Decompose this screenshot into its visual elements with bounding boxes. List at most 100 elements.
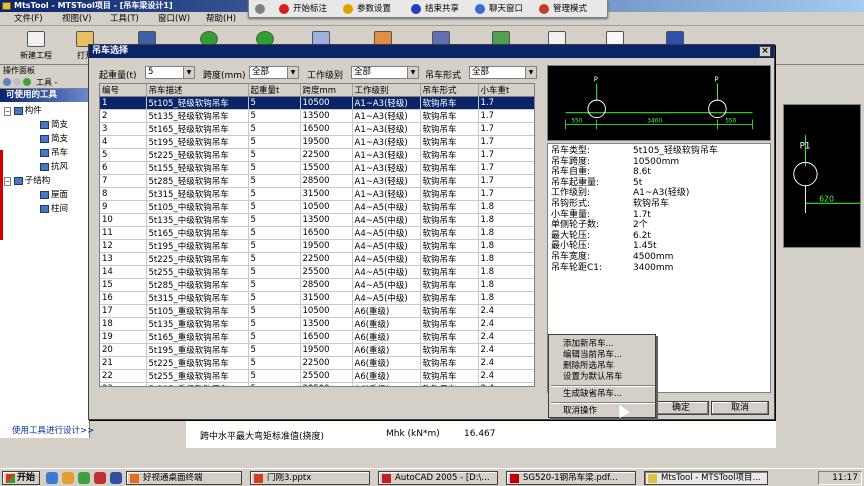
- table-row[interactable]: 5 5t225_轻级软钩吊车 5 22500 A1~A3(轻级) 软钩吊车 1.7: [100, 148, 534, 162]
- task-mtstool[interactable]: MtsTool - MTSTool项目...: [644, 471, 768, 485]
- tree-item-simple-1[interactable]: 简支: [40, 120, 68, 131]
- new-project-button[interactable]: 新建工程: [14, 29, 58, 63]
- dialog-close-button[interactable]: ×: [759, 46, 771, 57]
- menu-cancel-operation[interactable]: 取消操作: [563, 406, 597, 416]
- menu-view[interactable]: 视图(V): [62, 13, 91, 25]
- nav-refresh-icon[interactable]: [23, 78, 31, 86]
- tree-item-bracing[interactable]: 柱间: [40, 204, 68, 215]
- collapse-icon[interactable]: −: [4, 177, 12, 186]
- table-row[interactable]: 235t285_重级软钩吊车528500A6(重级)软钩吊车2.4: [100, 382, 534, 386]
- table-row[interactable]: 16 5t315_中级软钩吊车 5 31500 A4~A5(中级) 软钩吊车 1.8: [100, 291, 534, 305]
- table-cell: 22500: [300, 148, 353, 162]
- table-row[interactable]: 19 5t165_重级软钩吊车 5 16500 A6(重级) 软钩吊车 2.4: [100, 330, 534, 344]
- nav-forward-icon[interactable]: [13, 78, 21, 86]
- nav-back-icon[interactable]: [3, 78, 11, 86]
- tree-item-crane[interactable]: 吊车: [40, 148, 68, 159]
- menu-generate-default[interactable]: 生成缺省吊车...: [563, 389, 622, 399]
- table-row[interactable]: 2 5t135_轻级软钩吊车 5 13500 A1~A3(轻级) 软钩吊车 1.7: [100, 109, 534, 123]
- table-row[interactable]: 4 5t195_轻级软钩吊车 5 19500 A1~A3(轻级) 软钩吊车 1.7: [100, 135, 534, 149]
- table-cell: 16: [100, 291, 147, 305]
- table-row[interactable]: 21 5t225_重级软钩吊车 5 22500 A6(重级) 软钩吊车 2.4: [100, 356, 534, 370]
- menu-delete-crane[interactable]: 删除所选吊车: [563, 361, 614, 371]
- dropdown-arrow-icon: ▼: [407, 67, 418, 78]
- start-annotate-button[interactable]: 开始标注: [279, 3, 327, 15]
- task-video-terminal[interactable]: 好视通桌面终端: [126, 471, 242, 485]
- menu-window[interactable]: 窗口(W): [158, 13, 190, 25]
- table-row[interactable]: 6 5t155_轻级软钩吊车 5 15500 A1~A3(轻级) 软钩吊车 1.7: [100, 161, 534, 175]
- tree-item-wind[interactable]: 抗风: [40, 162, 68, 173]
- menu-tools[interactable]: 工具(T): [110, 13, 139, 25]
- table-row[interactable]: 1 5t105_轻级软钩吊车 5 10500 A1~A3(轻级) 软钩吊车 1.7: [100, 96, 534, 110]
- start-button[interactable]: 开始: [2, 471, 40, 485]
- column-header[interactable]: 小车重t: [478, 84, 534, 97]
- table-row[interactable]: 13 5t225_中级软钩吊车 5 22500 A4~A5(中级) 软钩吊车 1.8: [100, 252, 534, 266]
- quicklaunch-desktop-icon[interactable]: [62, 472, 74, 484]
- use-tools-link[interactable]: 使用工具进行设计>>: [12, 424, 94, 436]
- table-cell: A1~A3(轻级): [352, 122, 421, 136]
- crane-table[interactable]: 编号 吊车描述 起重量t 跨度mm 工作级别 吊车形式 小车重t 1 5t105_轻级软钩吊车…: [99, 83, 535, 387]
- task-pdf[interactable]: SG520-1钢吊车梁.pdf...: [506, 471, 636, 485]
- table-cell: 5: [248, 317, 301, 331]
- task-pptx[interactable]: 门刚3.pptx: [250, 471, 370, 485]
- admin-mode-button[interactable]: 管理模式: [539, 3, 587, 15]
- cancel-button[interactable]: 取消: [711, 401, 769, 415]
- table-cell: 1.7: [478, 135, 534, 149]
- menu-edit-crane[interactable]: 编辑当前吊车...: [563, 350, 622, 360]
- detail-value: 5t105_轻级软钩吊车: [633, 146, 718, 156]
- table-row[interactable]: 11 5t165_中级软钩吊车 5 16500 A4~A5(中级) 软钩吊车 1.8: [100, 226, 534, 240]
- ok-button[interactable]: 确定: [653, 401, 709, 415]
- quicklaunch-app2-icon[interactable]: [110, 472, 122, 484]
- table-row[interactable]: 20 5t195_重级软钩吊车 5 19500 A6(重级) 软钩吊车 2.4: [100, 343, 534, 357]
- chat-window-button[interactable]: 聊天窗口: [475, 3, 523, 15]
- chat-icon: [475, 4, 485, 14]
- type-combo[interactable]: 全部 ▼: [469, 66, 537, 79]
- menu-file[interactable]: 文件(F): [14, 13, 43, 25]
- column-header[interactable]: 跨度mm: [300, 84, 353, 97]
- menu-help[interactable]: 帮助(H): [206, 13, 236, 25]
- bg-load-label: P1: [800, 142, 811, 152]
- preview-dim-mid: 3400: [647, 118, 662, 124]
- table-cell: 2.4: [478, 356, 534, 370]
- table-row[interactable]: 18 5t135_重级软钩吊车 5 13500 A6(重级) 软钩吊车 2.4: [100, 317, 534, 331]
- tree-item-simple-2[interactable]: 简支: [40, 134, 68, 145]
- table-row[interactable]: 9 5t105_中级软钩吊车 5 10500 A4~A5(中级) 软钩吊车 1.8: [100, 200, 534, 214]
- table-row[interactable]: 15 5t285_中级软钩吊车 5 28500 A4~A5(中级) 软钩吊车 1.8: [100, 278, 534, 292]
- tools-tab[interactable]: 工具 -: [36, 78, 57, 87]
- column-header[interactable]: 吊车形式: [420, 84, 479, 97]
- duty-combo[interactable]: 全部 ▼: [351, 66, 419, 79]
- collapse-icon[interactable]: −: [4, 107, 12, 116]
- span-combo[interactable]: 全部 ▼: [249, 66, 299, 79]
- detail-key: 吊车宽度:: [551, 251, 591, 262]
- tree-node-components[interactable]: − 构件: [4, 106, 42, 117]
- column-header[interactable]: 工作级别: [352, 84, 421, 97]
- column-header[interactable]: 吊车描述: [146, 84, 249, 97]
- tree-node-substructure[interactable]: − 子结构: [4, 176, 50, 187]
- capacity-combo[interactable]: 5 ▼: [145, 66, 195, 79]
- column-header[interactable]: 起重量t: [248, 84, 301, 97]
- column-header[interactable]: 编号: [100, 84, 147, 97]
- table-cell: 1.7: [478, 122, 534, 136]
- menu-add-crane[interactable]: 添加新吊车...: [563, 339, 614, 349]
- table-cell: 软钩吊车: [420, 239, 479, 253]
- table-row[interactable]: 7 5t285_轻级软钩吊车 5 28500 A1~A3(轻级) 软钩吊车 1.7: [100, 174, 534, 188]
- table-cell: 5: [248, 239, 301, 253]
- table-row[interactable]: 14 5t255_中级软钩吊车 5 25500 A4~A5(中级) 软钩吊车 1.8: [100, 265, 534, 279]
- menu-set-default-crane[interactable]: 设置为默认吊车: [563, 372, 623, 382]
- param-settings-button[interactable]: 参数设置: [343, 3, 391, 15]
- task-autocad[interactable]: AutoCAD 2005 - [D:\...: [378, 471, 498, 485]
- quicklaunch-ie-icon[interactable]: [46, 472, 58, 484]
- table-row[interactable]: 22 5t255_重级软钩吊车 5 25500 A6(重级) 软钩吊车 2.4: [100, 369, 534, 383]
- table-cell: 2: [100, 109, 147, 123]
- table-row[interactable]: 8 5t315_轻级软钩吊车 5 31500 A1~A3(轻级) 软钩吊车 1.7: [100, 187, 534, 201]
- table-row[interactable]: 17 5t105_重级软钩吊车 5 10500 A6(重级) 软钩吊车 2.4: [100, 304, 534, 318]
- tree-item-roof[interactable]: 屋面: [40, 190, 68, 201]
- table-row[interactable]: 12 5t195_中级软钩吊车 5 19500 A4~A5(中级) 软钩吊车 1.8: [100, 239, 534, 253]
- table-row[interactable]: 10 5t135_中级软钩吊车 5 13500 A4~A5(中级) 软钩吊车 1.8: [100, 213, 534, 227]
- quicklaunch-media-icon[interactable]: [78, 472, 90, 484]
- quicklaunch-app-icon[interactable]: [94, 472, 106, 484]
- sharing-toolbar: 开始标注 参数设置 结束共享 聊天窗口 管理模式: [248, 0, 608, 18]
- table-cell: 5t285_重级软钩吊车: [146, 382, 249, 386]
- end-share-button[interactable]: 结束共享: [411, 3, 459, 15]
- table-body: 1 5t105_轻级软钩吊车 5 10500 A1~A3(轻级) 软钩吊车 1.7 2 5t13…: [100, 96, 534, 386]
- table-row[interactable]: 3 5t165_轻级软钩吊车 5 16500 A1~A3(轻级) 软钩吊车 1.7: [100, 122, 534, 136]
